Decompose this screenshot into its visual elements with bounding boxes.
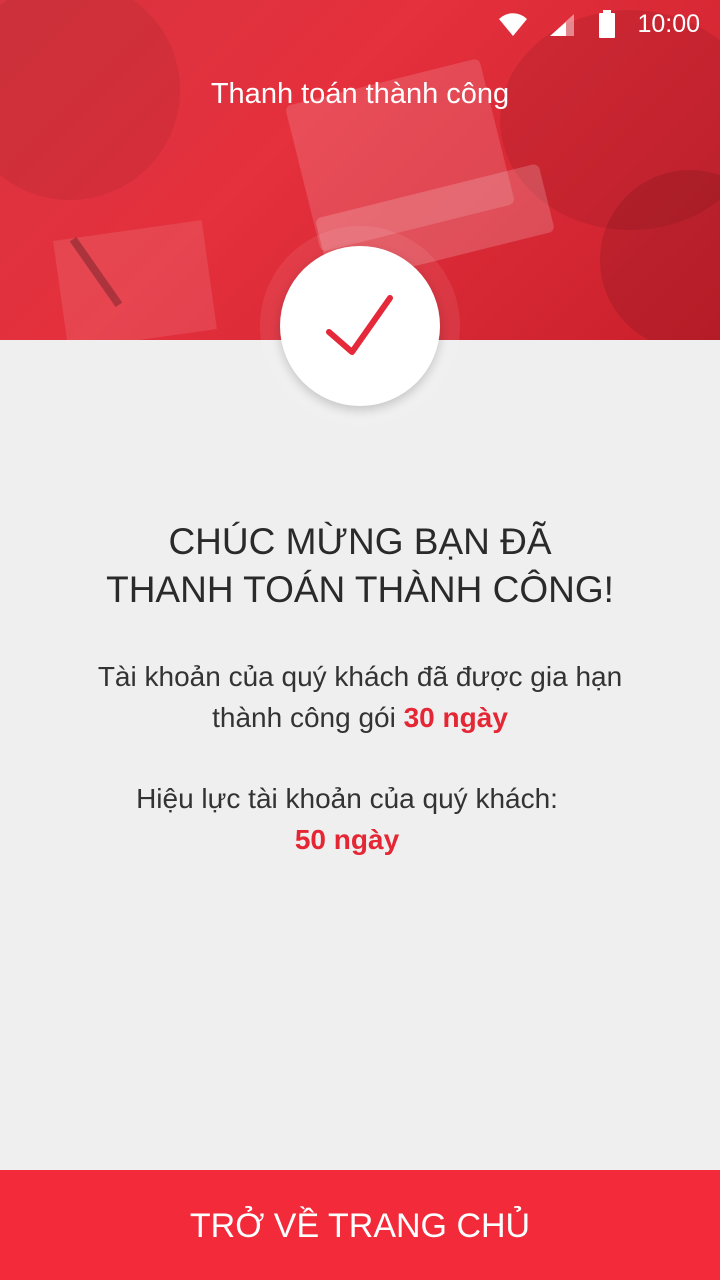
renewal-line-1: Tài khoản của quý khách đã được gia hạn: [97, 661, 623, 692]
success-headline: CHÚC MỪNG BẠN ĐÃ THANH TOÁN THÀNH CÔNG!: [0, 518, 720, 614]
payment-success-screen: 10:00 Thanh toán thành công CHÚC MỪNG BẠ…: [0, 0, 720, 1280]
checkmark-icon: [326, 295, 393, 355]
validity-message: Hiệu lực tài khoản của quý khách: 50 ngà…: [0, 778, 694, 860]
status-bar: 10:00: [0, 0, 720, 50]
headline-line-1: CHÚC MỪNG BẠN ĐÃ: [168, 521, 552, 562]
package-duration: 30 ngày: [403, 702, 508, 733]
renewal-line-2-prefix: thành công gói: [212, 702, 396, 733]
clock: 10:00: [637, 10, 700, 38]
back-to-home-button[interactable]: TRỞ VỀ TRANG CHỦ: [0, 1170, 720, 1280]
success-badge: [280, 246, 440, 406]
wifi-icon: [498, 12, 528, 43]
validity-label: Hiệu lực tài khoản của quý khách:: [136, 783, 558, 814]
renewal-line-2: thành công gói 30 ngày: [0, 697, 720, 738]
signal-icon: [548, 12, 576, 43]
validity-value: 50 ngày: [294, 824, 400, 855]
battery-icon: [598, 10, 616, 43]
headline-line-2: THANH TOÁN THÀNH CÔNG!: [106, 569, 614, 610]
page-title: Thanh toán thành công: [210, 78, 510, 110]
renewal-message: Tài khoản của quý khách đã được gia hạn …: [0, 656, 720, 738]
